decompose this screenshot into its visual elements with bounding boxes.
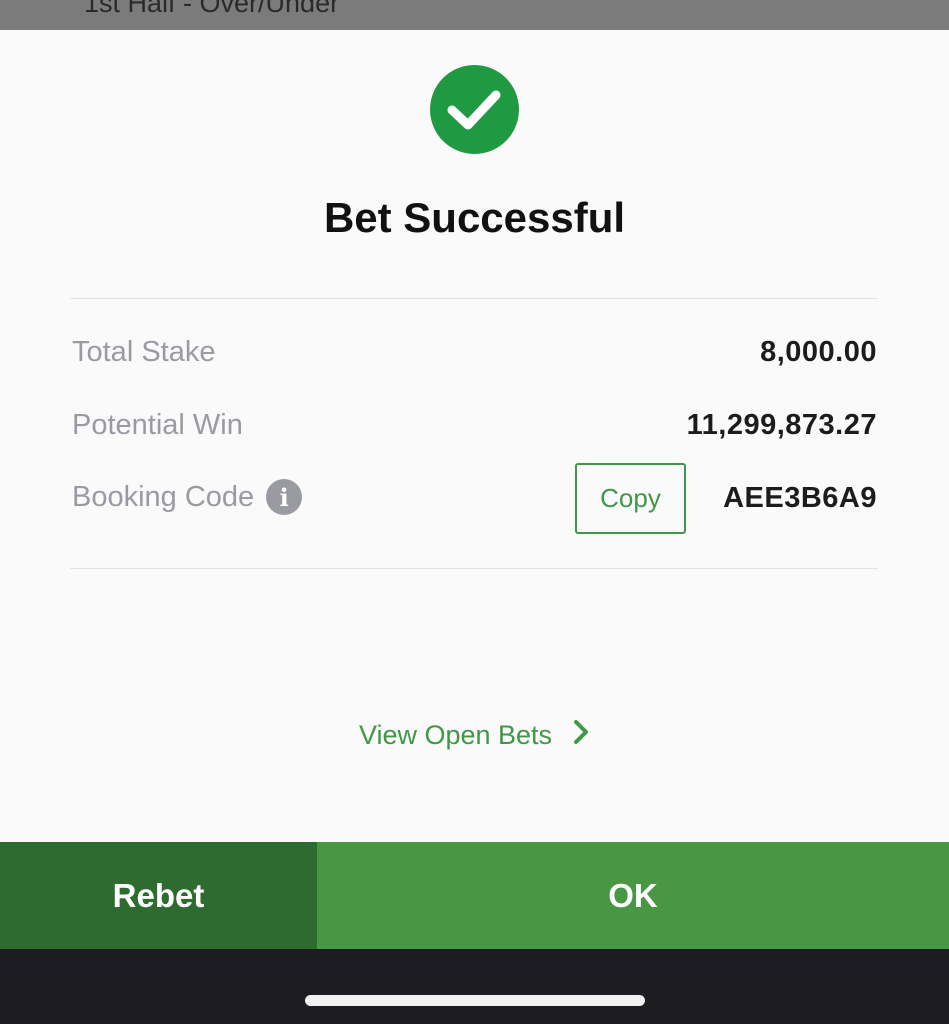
total-stake-label: Total Stake — [72, 336, 216, 368]
potential-win-label: Potential Win — [72, 409, 243, 441]
chevron-right-icon — [572, 718, 590, 753]
bet-success-dialog: Bet Successful Total Stake 8,000.00 Pote… — [0, 30, 949, 842]
info-icon[interactable]: i — [266, 479, 303, 515]
view-open-bets-link[interactable]: View Open Bets — [0, 718, 949, 753]
divider — [70, 298, 878, 299]
view-open-bets-label: View Open Bets — [358, 720, 553, 750]
ok-button[interactable]: OK — [317, 842, 949, 949]
background-page: 1st Half - Over/Under — [0, 0, 949, 30]
booking-code-label: Booking Code — [72, 480, 255, 513]
dialog-title: Bet Successful — [323, 194, 626, 241]
copy-button[interactable]: Copy — [575, 463, 686, 534]
home-indicator[interactable] — [305, 995, 645, 1006]
booking-code-row-label: Booking Code i — [72, 479, 303, 515]
booking-code-value: AEE3B6A9 — [723, 482, 877, 514]
potential-win-value: 11,299,873.27 — [686, 409, 877, 441]
divider — [70, 568, 878, 569]
market-title: 1st Half - Over/Under — [84, 0, 340, 18]
total-stake-value: 8,000.00 — [760, 336, 877, 368]
system-home-bar — [0, 949, 949, 1024]
rebet-button[interactable]: Rebet — [0, 842, 317, 949]
check-icon — [430, 65, 519, 154]
